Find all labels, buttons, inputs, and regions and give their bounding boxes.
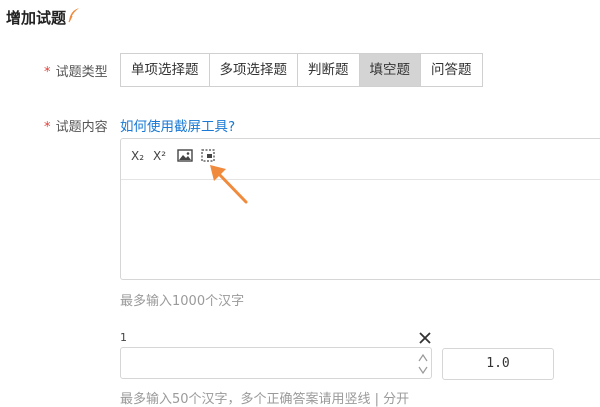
answer-index: 1 bbox=[120, 331, 127, 344]
type-fill-blank-button[interactable]: 填空题 bbox=[359, 54, 421, 86]
type-essay-button[interactable]: 问答题 bbox=[421, 54, 482, 86]
question-type-selector: 单项选择题 多项选择题 判断题 填空题 问答题 bbox=[120, 53, 483, 87]
answer-input[interactable] bbox=[120, 347, 432, 379]
question-type-row-label: * 试题类型 bbox=[44, 61, 108, 80]
screenshot-help-link[interactable]: 如何使用截屏工具? bbox=[120, 115, 235, 135]
resize-handle-icon[interactable] bbox=[416, 350, 430, 378]
editor-toolbar: X₂ X² bbox=[121, 139, 600, 180]
subscript-icon-text: X₂ bbox=[131, 149, 144, 163]
rich-text-editor[interactable]: X₂ X² bbox=[120, 138, 600, 280]
type-multiple-choice-button[interactable]: 多项选择题 bbox=[209, 54, 298, 86]
question-content-row-label: * 试题内容 bbox=[44, 116, 108, 135]
question-type-label: 试题类型 bbox=[55, 65, 108, 80]
score-input[interactable]: 1.0 bbox=[442, 348, 554, 380]
superscript-icon-text: X² bbox=[153, 149, 166, 163]
page-title: 增加试题 bbox=[6, 9, 67, 27]
type-true-false-button[interactable]: 判断题 bbox=[298, 54, 360, 86]
required-asterisk: * bbox=[44, 65, 51, 80]
type-single-choice-button[interactable]: 单项选择题 bbox=[121, 54, 210, 86]
pointer-arrow-icon bbox=[210, 165, 248, 204]
question-content-label: 试题内容 bbox=[55, 120, 108, 135]
answer-hint: 最多输入50个汉字，多个正确答案请用竖线 | 分开 bbox=[120, 392, 410, 407]
content-hint: 最多输入1000个汉字 bbox=[120, 294, 245, 309]
close-icon[interactable] bbox=[418, 331, 432, 345]
required-asterisk: * bbox=[44, 120, 51, 135]
superscript-icon[interactable]: X² bbox=[152, 147, 170, 165]
image-icon[interactable] bbox=[176, 147, 194, 165]
feather-icon bbox=[68, 8, 79, 23]
subscript-icon[interactable]: X₂ bbox=[130, 147, 148, 165]
